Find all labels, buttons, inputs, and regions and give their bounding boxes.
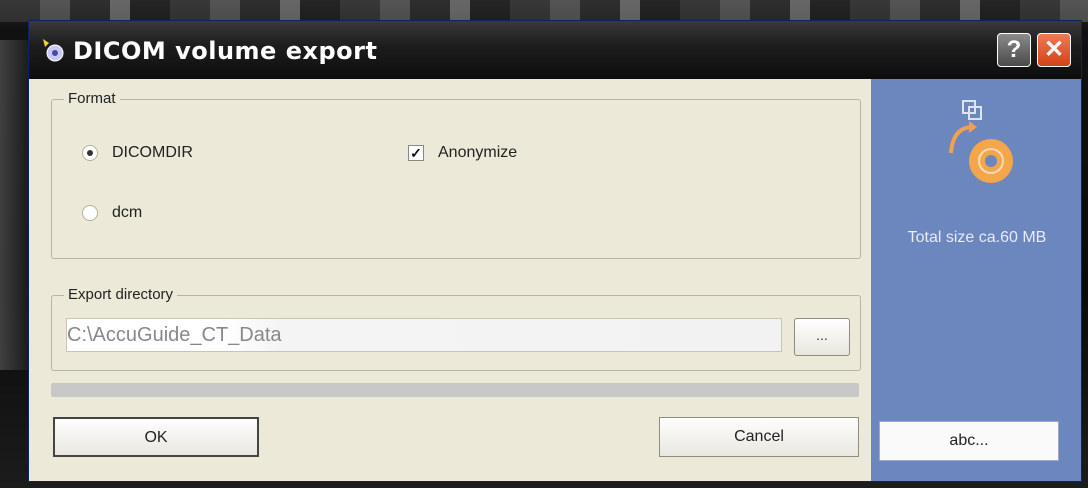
background-left-edge bbox=[0, 40, 28, 370]
abc-button[interactable]: abc... bbox=[879, 421, 1059, 461]
cancel-button[interactable]: Cancel bbox=[659, 417, 859, 457]
close-button[interactable]: ✕ bbox=[1037, 33, 1071, 67]
browse-button[interactable]: ... bbox=[794, 318, 850, 356]
dialog-body: Format DICOMDIR dcm ✓ Anonymize Export d… bbox=[29, 79, 1081, 481]
export-progress-bar bbox=[51, 383, 859, 397]
help-button[interactable]: ? bbox=[997, 33, 1031, 67]
export-disc-icon bbox=[949, 100, 1013, 183]
radio-dicomdir-label: DICOMDIR bbox=[112, 144, 193, 161]
radio-dcm-label: dcm bbox=[112, 204, 143, 221]
radio-dcm-row[interactable]: dcm bbox=[82, 204, 142, 222]
app-icon bbox=[43, 39, 64, 62]
export-directory-group: Export directory C:\AccuGuide_CT_Data ..… bbox=[51, 286, 861, 371]
export-directory-legend: Export directory bbox=[64, 286, 178, 303]
format-group: Format DICOMDIR dcm ✓ Anonymize bbox=[51, 90, 861, 259]
background-ct-strip bbox=[0, 0, 1088, 22]
format-legend: Format bbox=[64, 90, 120, 107]
title-bar[interactable]: DICOM volume export ? ✕ bbox=[29, 21, 1081, 79]
window-title: DICOM volume export bbox=[73, 37, 378, 65]
radio-dicomdir-row[interactable]: DICOMDIR bbox=[82, 144, 193, 162]
anonymize-row[interactable]: ✓ Anonymize bbox=[408, 144, 517, 162]
dicom-export-dialog: DICOM volume export ? ✕ Format DICOMDIR … bbox=[28, 20, 1082, 482]
anonymize-label: Anonymize bbox=[438, 144, 518, 161]
ok-button[interactable]: OK bbox=[53, 417, 259, 457]
anonymize-checkbox[interactable]: ✓ bbox=[408, 145, 424, 161]
export-directory-input[interactable]: C:\AccuGuide_CT_Data bbox=[66, 318, 782, 352]
radio-dcm[interactable] bbox=[82, 205, 98, 221]
radio-dicomdir[interactable] bbox=[82, 145, 98, 161]
side-panel: Total size ca.60 MB abc... bbox=[871, 79, 1081, 481]
total-size-label: Total size ca.60 MB bbox=[907, 229, 1047, 246]
